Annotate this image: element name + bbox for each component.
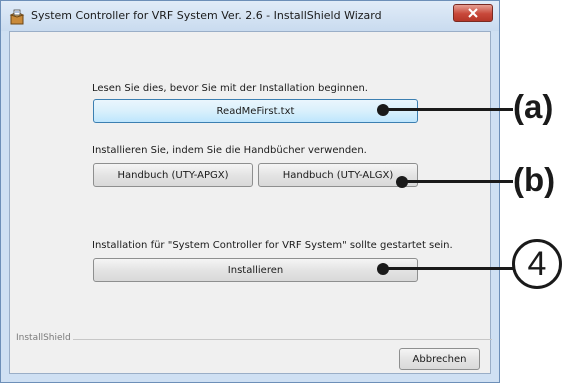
- callout-label-b: (b): [513, 161, 556, 198]
- callout-line-b: [402, 180, 513, 183]
- manual-algx-button[interactable]: Handbuch (UTY-ALGX): [258, 163, 418, 187]
- install-button[interactable]: Installieren: [93, 258, 418, 282]
- group-divider: [73, 339, 492, 340]
- close-icon: [468, 8, 478, 18]
- wizard-content: Lesen Sie dies, bevor Sie mit der Instal…: [9, 31, 492, 374]
- manual-instruction: Installieren Sie, indem Sie die Handbüch…: [92, 145, 367, 156]
- install-instruction: Installation für "System Controller for …: [92, 240, 453, 251]
- manual-apgx-button[interactable]: Handbuch (UTY-APGX): [93, 163, 253, 187]
- installer-box-icon: [9, 9, 25, 25]
- callout-label-a: (a): [513, 88, 554, 125]
- installshield-group-label: InstallShield: [16, 333, 71, 343]
- window-title: System Controller for VRF System Ver. 2.…: [31, 9, 382, 22]
- close-button[interactable]: [453, 4, 493, 22]
- callout-line-4: [383, 267, 513, 270]
- callout-line-a: [383, 108, 513, 111]
- title-bar: System Controller for VRF System Ver. 2.…: [1, 1, 499, 31]
- installer-window: System Controller for VRF System Ver. 2.…: [0, 0, 500, 383]
- callout-step-4: 4: [512, 239, 562, 289]
- readme-button[interactable]: ReadMeFirst.txt: [93, 99, 418, 123]
- readme-instruction: Lesen Sie dies, bevor Sie mit der Instal…: [92, 83, 368, 94]
- cancel-button[interactable]: Abbrechen: [399, 348, 480, 370]
